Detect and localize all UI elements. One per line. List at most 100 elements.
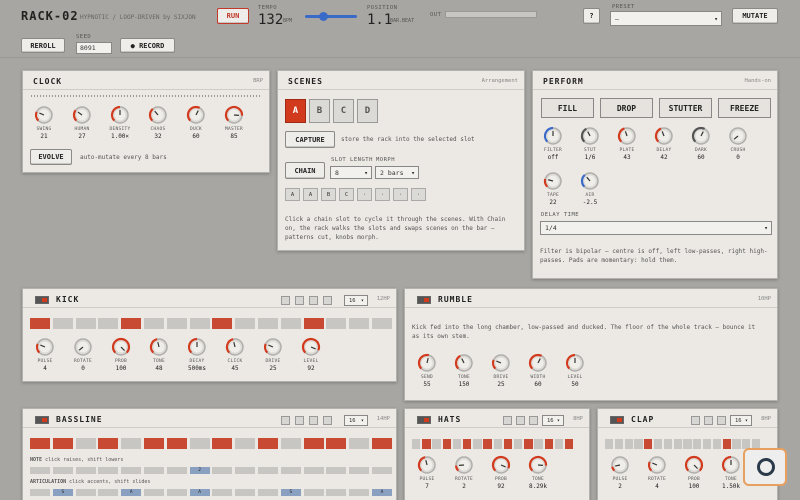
hats-step[interactable] xyxy=(452,439,462,449)
randomize-icon[interactable] xyxy=(309,296,318,305)
bassline-note-cell[interactable] xyxy=(326,467,347,474)
clock-duck-knob[interactable] xyxy=(186,105,206,125)
freeze-pad[interactable]: FREEZE xyxy=(718,98,771,118)
hats-step[interactable] xyxy=(432,439,441,449)
morph-select[interactable]: 2 bars ▾ xyxy=(375,166,419,179)
help-button[interactable]: ? xyxy=(583,8,600,24)
mute-icon[interactable] xyxy=(281,296,290,305)
perform-tape-knob[interactable] xyxy=(543,171,563,191)
kick-step[interactable] xyxy=(212,318,233,329)
randomize-icon[interactable] xyxy=(309,416,318,425)
record-button[interactable]: ● RECORD xyxy=(120,38,175,53)
rumble-send-knob[interactable] xyxy=(417,353,437,373)
clap-step[interactable] xyxy=(683,439,692,449)
clap-step[interactable] xyxy=(732,439,741,449)
bassline-articulation-cell[interactable] xyxy=(326,489,347,496)
kick-step[interactable] xyxy=(235,318,256,329)
clap-step[interactable] xyxy=(654,439,663,449)
chain-slot[interactable]: A xyxy=(303,188,318,201)
chain-slot[interactable]: · xyxy=(411,188,426,201)
bassline-note-cell[interactable] xyxy=(303,467,324,474)
bassline-step[interactable] xyxy=(30,438,50,449)
clap-step[interactable] xyxy=(673,439,682,449)
kick-decay-knob[interactable] xyxy=(187,337,207,357)
bassline-articulation-cell[interactable] xyxy=(235,489,256,496)
hats-step[interactable] xyxy=(514,439,523,449)
bassline-note-cell[interactable] xyxy=(235,467,256,474)
mute-icon[interactable] xyxy=(281,416,290,425)
kick-step[interactable] xyxy=(372,318,392,329)
clap-rotate-knob[interactable] xyxy=(647,455,667,475)
clap-step[interactable] xyxy=(624,439,633,449)
clap-power-toggle[interactable] xyxy=(610,416,624,424)
hats-step[interactable] xyxy=(534,439,543,449)
kick-step[interactable] xyxy=(30,318,50,329)
bassline-articulation-cell[interactable]: S xyxy=(280,489,301,496)
hats-step[interactable] xyxy=(442,439,451,449)
chain-slot[interactable]: A xyxy=(285,188,300,201)
bassline-articulation-cell[interactable] xyxy=(349,489,370,496)
rumble-width-knob[interactable] xyxy=(528,353,548,373)
chain-slot[interactable]: · xyxy=(393,188,408,201)
randomize-icon[interactable] xyxy=(717,416,726,425)
clock-human-knob[interactable] xyxy=(72,105,92,125)
kick-step[interactable] xyxy=(280,318,301,329)
clear-icon[interactable] xyxy=(323,416,332,425)
clock-density-knob[interactable] xyxy=(110,105,130,125)
clap-step[interactable] xyxy=(722,439,731,449)
bassline-articulation-cell[interactable]: S xyxy=(52,489,73,496)
clap-prob-knob[interactable] xyxy=(684,455,704,475)
solo-icon[interactable] xyxy=(295,296,304,305)
clear-icon[interactable] xyxy=(323,296,332,305)
clap-step[interactable] xyxy=(712,439,721,449)
perform-air-knob[interactable] xyxy=(580,171,600,191)
solo-icon[interactable] xyxy=(295,416,304,425)
evolve-button[interactable]: EVOLVE xyxy=(30,149,72,165)
bassline-articulation-cell[interactable] xyxy=(30,489,50,496)
kick-step[interactable] xyxy=(303,318,324,329)
hats-step[interactable] xyxy=(544,439,553,449)
clock-swing-knob[interactable] xyxy=(34,105,54,125)
bassline-note-cell[interactable] xyxy=(280,467,301,474)
assistant-widget-icon[interactable] xyxy=(743,448,787,486)
bassline-articulation-cell[interactable] xyxy=(258,489,278,496)
preset-select[interactable]: — ▾ xyxy=(610,11,722,26)
drop-pad[interactable]: DROP xyxy=(600,98,653,118)
hats-step[interactable] xyxy=(493,439,502,449)
kick-step[interactable] xyxy=(121,318,142,329)
solo-icon[interactable] xyxy=(704,416,713,425)
kick-step[interactable] xyxy=(144,318,164,329)
clap-step[interactable] xyxy=(644,439,653,449)
kick-step[interactable] xyxy=(98,318,119,329)
fill-pad[interactable]: FILL xyxy=(541,98,594,118)
kick-step[interactable] xyxy=(75,318,96,329)
bassline-articulation-cell[interactable] xyxy=(303,489,324,496)
scene-button-a[interactable]: A xyxy=(285,99,306,123)
bassline-step[interactable] xyxy=(212,438,233,449)
rumble-drive-knob[interactable] xyxy=(491,353,511,373)
bassline-step[interactable] xyxy=(280,438,301,449)
hats-pulse-knob[interactable] xyxy=(417,455,437,475)
rumble-power-toggle[interactable] xyxy=(417,296,431,304)
kick-step[interactable] xyxy=(258,318,278,329)
scene-button-c[interactable]: C xyxy=(333,99,354,123)
hats-rotate-knob[interactable] xyxy=(454,455,474,475)
clap-step[interactable] xyxy=(614,439,623,449)
bassline-step[interactable] xyxy=(235,438,256,449)
hats-step[interactable] xyxy=(473,439,482,449)
hats-power-toggle[interactable] xyxy=(417,416,431,424)
bassline-articulation-cell[interactable] xyxy=(166,489,187,496)
rumble-level-knob[interactable] xyxy=(565,353,585,373)
perform-delay-knob[interactable] xyxy=(654,126,674,146)
run-button[interactable]: RUN xyxy=(217,8,249,24)
kick-steps-select[interactable]: 16 ▾ xyxy=(344,295,368,306)
rumble-tone-knob[interactable] xyxy=(454,353,474,373)
bassline-articulation-cell[interactable]: A xyxy=(121,489,142,496)
bassline-steps-select[interactable]: 16 ▾ xyxy=(344,415,368,426)
clap-tone-knob[interactable] xyxy=(721,455,741,475)
kick-pulse-knob[interactable] xyxy=(35,337,55,357)
bassline-note-cell[interactable] xyxy=(121,467,142,474)
bassline-step[interactable] xyxy=(121,438,142,449)
hats-step[interactable] xyxy=(524,439,533,449)
clap-step[interactable] xyxy=(663,439,672,449)
